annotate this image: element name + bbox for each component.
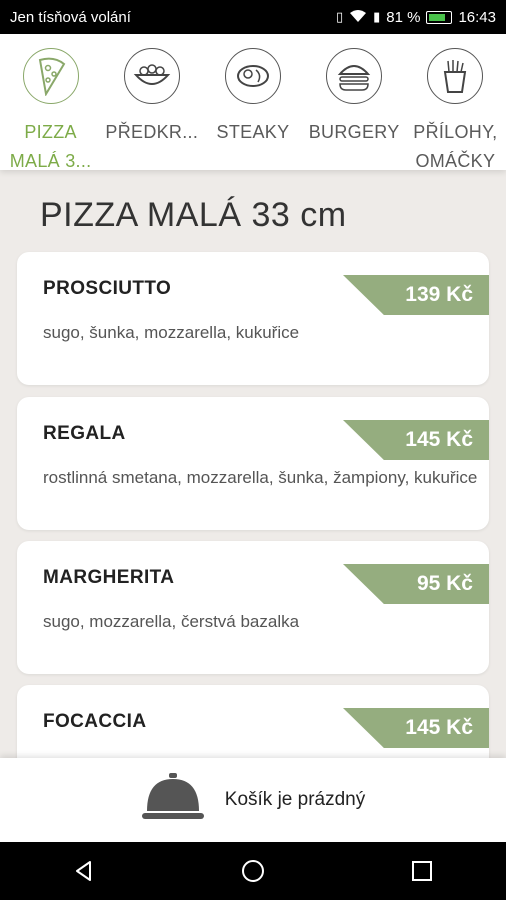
home-button[interactable]: [223, 842, 283, 900]
menu-item-card[interactable]: REGALA 145 Kč rostlinná smetana, mozzare…: [17, 397, 489, 530]
sim-icon: ▮: [373, 9, 381, 24]
clock-time: 16:43: [458, 8, 496, 26]
menu-item-card[interactable]: PROSCIUTTO 139 Kč sugo, šunka, mozzarell…: [17, 252, 489, 385]
carrier-text: Jen tísňová volání: [10, 8, 131, 26]
item-price: 145 Kč: [343, 708, 489, 748]
tab-label: PIZZA MALÁ 3...: [9, 122, 92, 171]
vibrate-icon: ▯: [335, 9, 344, 24]
home-icon: [241, 860, 264, 882]
salad-bowl-icon: [123, 48, 180, 104]
item-description: sugo, šunka, mozzarella, kukuřice: [43, 323, 300, 342]
item-description: sugo, mozzarella, čerstvá bazalka: [43, 612, 300, 631]
item-name: MARGHERITA: [43, 567, 175, 588]
fries-icon: [427, 48, 484, 104]
tab-predkrmy[interactable]: PŘEDKR...: [102, 34, 202, 147]
tab-steaky[interactable]: STEAKY: [203, 34, 303, 147]
category-tabs: PIZZA MALÁ 3... PŘEDKR... STEAKY BURGERY…: [0, 34, 506, 171]
tab-burgery[interactable]: BURGERY: [304, 34, 404, 147]
item-name: REGALA: [43, 423, 126, 444]
item-price: 95 Kč: [343, 564, 489, 604]
tab-label: BURGERY: [308, 122, 400, 142]
back-icon: [76, 861, 92, 881]
tab-pizza-mala[interactable]: PIZZA MALÁ 3...: [1, 34, 101, 176]
steak-icon: [224, 48, 281, 104]
burger-icon: [326, 48, 383, 104]
cart-status: Košík je prázdný: [224, 789, 366, 810]
cart-bar[interactable]: Košík je prázdný: [0, 758, 506, 842]
tab-label: STEAKY: [216, 122, 290, 142]
status-bar: Jen tísňová volání ▯ ▮ 81 % 16:43: [0, 0, 506, 34]
recents-icon: [411, 861, 432, 881]
cloche-icon: [141, 771, 205, 830]
system-nav-bar: [0, 842, 506, 900]
item-name: FOCACCIA: [43, 711, 147, 732]
tab-prilohy-omacky[interactable]: PŘÍLOHY, OMÁČKY: [405, 34, 505, 176]
recents-button[interactable]: [392, 842, 452, 900]
pizza-slice-icon: [22, 48, 79, 104]
battery-percent: 81 %: [386, 8, 421, 26]
item-price: 139 Kč: [343, 275, 489, 315]
back-button[interactable]: [54, 842, 114, 900]
tab-label: PŘÍLOHY, OMÁČKY: [413, 122, 498, 171]
section-title: PIZZA MALÁ 33 cm: [40, 196, 347, 234]
battery-icon: [426, 10, 453, 24]
menu-item-card[interactable]: MARGHERITA 95 Kč sugo, mozzarella, čerst…: [17, 541, 489, 674]
item-name: PROSCIUTTO: [43, 278, 172, 299]
tab-label: PŘEDKR...: [105, 122, 199, 142]
status-icons: ▯ ▮ 81 % 16:43: [336, 9, 496, 26]
wifi-icon: [349, 9, 367, 26]
item-price: 145 Kč: [343, 420, 489, 460]
item-description: rostlinná smetana, mozzarella, šunka, ža…: [43, 468, 478, 487]
